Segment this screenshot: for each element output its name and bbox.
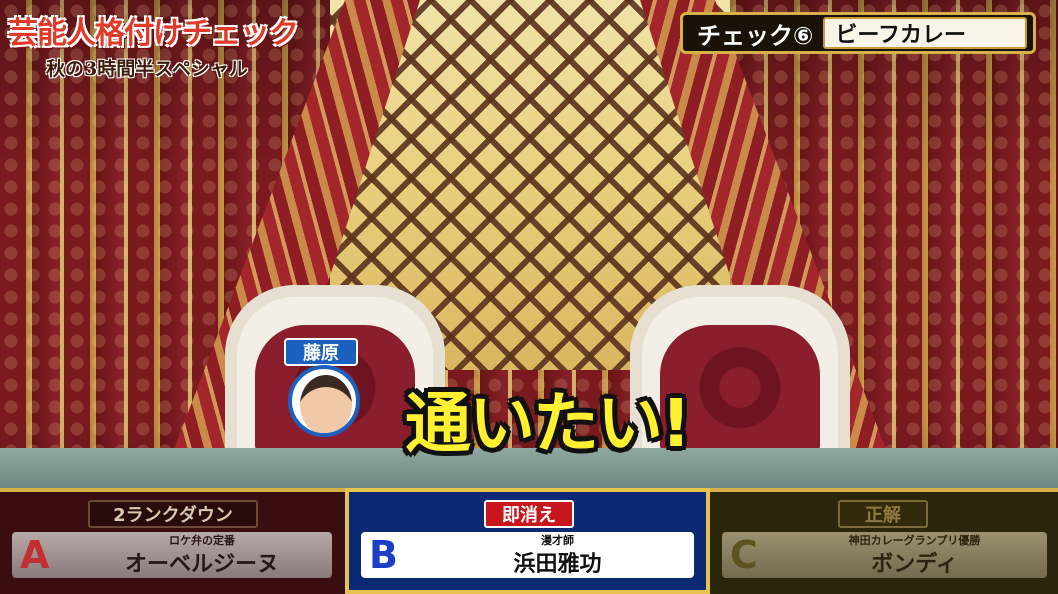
option-a-letter: A bbox=[20, 533, 50, 577]
show-title-logo: 芸能人格付けチェック 秋の3時間半スペシャル bbox=[8, 8, 299, 81]
option-a-answer: A ロケ弁の定番 オーベルジーヌ bbox=[12, 532, 332, 578]
option-c-answer: C 神田カレーグランプリ優勝 ボンディ bbox=[722, 532, 1047, 578]
option-b-letter: B bbox=[369, 533, 398, 577]
option-c-letter: C bbox=[730, 533, 758, 577]
option-b-status-tag: 即消え bbox=[484, 500, 574, 528]
check-number: チェック⑥ bbox=[697, 21, 814, 50]
option-panel-a: 2ランクダウン A ロケ弁の定番 オーベルジーヌ bbox=[0, 488, 345, 594]
check-banner: チェック⑥ ビーフカレー bbox=[680, 12, 1036, 54]
option-b-name: 浜田雅功 bbox=[513, 552, 602, 577]
face-icon bbox=[300, 375, 352, 433]
check-item-name: ビーフカレー bbox=[823, 17, 1027, 49]
option-panel-c: 正解 C 神田カレーグランプリ優勝 ボンディ bbox=[710, 488, 1058, 594]
option-a-name: オーベルジーヌ bbox=[124, 552, 279, 577]
option-c-status-tag: 正解 bbox=[838, 500, 928, 528]
option-c-name: ボンディ bbox=[871, 552, 958, 577]
show-subtitle: 秋の3時間半スペシャル bbox=[46, 58, 248, 80]
option-a-status-tag: 2ランクダウン bbox=[88, 500, 258, 528]
speech-caption: 通いたい! bbox=[405, 385, 691, 462]
option-b-answer: B 漫才師 浜田雅功 bbox=[361, 532, 694, 578]
show-title: 芸能人格付けチェック bbox=[8, 16, 299, 51]
speaker-name-tag: 藤原 bbox=[284, 338, 358, 366]
speaker-avatar bbox=[288, 365, 360, 437]
option-panel-b: 即消え B 漫才師 浜田雅功 bbox=[345, 488, 710, 594]
